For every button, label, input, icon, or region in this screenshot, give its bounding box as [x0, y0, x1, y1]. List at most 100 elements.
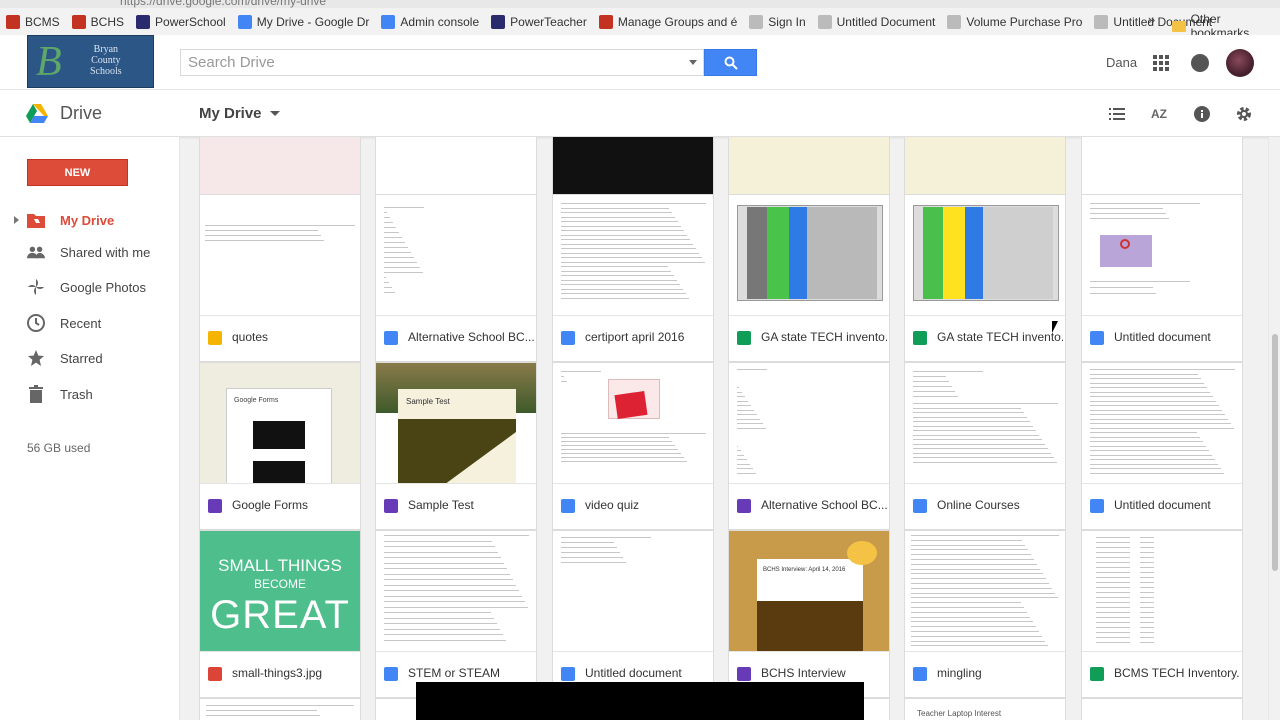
sidebar-item-trash[interactable]: Trash — [0, 378, 180, 410]
file-card[interactable]: BCMS TECH Inventory... — [1081, 530, 1243, 698]
file-caption[interactable]: Alternative School BC... — [729, 484, 889, 530]
file-card[interactable]: Google Forms Google Forms — [199, 362, 361, 530]
drive-title[interactable]: Drive — [60, 103, 102, 124]
sidebar-item-google-photos[interactable]: Google Photos — [0, 271, 180, 303]
file-caption[interactable]: mingling — [905, 652, 1065, 698]
file-thumbnail[interactable] — [1082, 531, 1242, 652]
settings-button[interactable] — [1234, 104, 1254, 124]
file-card[interactable]: Untitled document — [1081, 194, 1243, 362]
bookmark-item[interactable]: Untitled Document — [817, 15, 935, 29]
file-caption[interactable]: Untitled document — [1082, 316, 1242, 362]
avatar[interactable] — [1226, 49, 1254, 77]
file-card[interactable]: Untitled document — [552, 530, 714, 698]
file-thumbnail[interactable] — [553, 363, 713, 484]
bookmark-item[interactable]: Admin console — [381, 15, 479, 29]
file-caption[interactable]: Google Forms — [200, 484, 360, 530]
file-caption[interactable]: Alternative School BC... — [376, 316, 536, 362]
expand-arrow-icon[interactable] — [14, 216, 19, 224]
bookmark-item[interactable]: Sign In — [749, 15, 806, 29]
file-caption[interactable]: certiport april 2016 — [553, 316, 713, 362]
file-thumbnail[interactable] — [1082, 363, 1242, 484]
file-card[interactable]: Untitled document — [1081, 362, 1243, 530]
file-card[interactable]: GA state TECH invento... — [904, 194, 1066, 362]
file-thumbnail[interactable] — [553, 531, 713, 652]
file-thumbnail[interactable] — [1082, 699, 1242, 720]
file-name: GA state TECH invento... — [937, 330, 1063, 344]
form-file-icon — [737, 667, 751, 681]
file-card[interactable]: certiport april 2016 — [552, 194, 714, 362]
file-caption[interactable]: small-things3.jpg — [200, 652, 360, 698]
file-card[interactable]: STEM or STEAM — [375, 530, 537, 698]
bookmark-item[interactable]: Manage Groups and é — [598, 15, 737, 29]
details-button[interactable] — [1192, 104, 1212, 124]
file-thumbnail[interactable] — [905, 531, 1065, 652]
user-name[interactable]: Dana — [1106, 55, 1137, 70]
file-card[interactable]: Sample Test Sample Test — [375, 362, 537, 530]
sidebar-item-recent[interactable]: Recent — [0, 307, 180, 339]
bookmark-item[interactable]: Volume Purchase Pro — [947, 15, 1082, 29]
address-bar[interactable]: https://drive.google.com/drive/my-drive — [0, 0, 1280, 8]
file-card[interactable]: Alternative School BC... — [375, 194, 537, 362]
bookmark-item[interactable]: BCHS — [71, 15, 124, 29]
sidebar-item-starred[interactable]: Starred — [0, 342, 180, 374]
file-card[interactable]: quotes — [199, 194, 361, 362]
table-cell — [1140, 582, 1154, 583]
file-caption[interactable]: GA state TECH invento... — [729, 316, 889, 362]
search-button[interactable] — [704, 49, 757, 76]
file-thumbnail[interactable] — [553, 195, 713, 316]
sidebar-item-my-drive[interactable]: My Drive — [0, 204, 180, 236]
file-card[interactable] — [1081, 698, 1243, 720]
bookmark-item[interactable]: PowerSchool — [136, 15, 226, 29]
bookmark-item[interactable]: My Drive - Google Dr — [237, 15, 369, 29]
scrollbar[interactable] — [1268, 137, 1280, 720]
file-card[interactable]: Teacher Laptop Interest — [904, 698, 1066, 720]
bookmark-item[interactable]: PowerTeacher — [491, 15, 587, 29]
drive-logo-icon[interactable] — [26, 104, 48, 124]
file-thumbnail[interactable]: Sample Test — [376, 363, 536, 484]
file-caption[interactable]: video quiz — [553, 484, 713, 530]
file-card[interactable] — [199, 698, 361, 720]
search-options-dropdown[interactable] — [689, 60, 697, 65]
file-thumbnail[interactable] — [905, 195, 1065, 316]
text-line — [384, 242, 405, 243]
more-bookmarks-button[interactable]: » — [1148, 12, 1155, 27]
file-thumbnail[interactable] — [200, 699, 360, 720]
notifications-icon[interactable] — [1191, 54, 1209, 72]
file-card[interactable]: SMALL THINGS BECOME GREAT small-things3.jpg — [199, 530, 361, 698]
file-caption[interactable]: GA state TECH invento... — [905, 316, 1065, 362]
list-view-button[interactable] — [1107, 104, 1127, 124]
scrollbar-thumb[interactable] — [1272, 334, 1278, 571]
file-card[interactable]: GA state TECH invento... — [728, 194, 890, 362]
sidebar-item-shared-with-me[interactable]: Shared with me — [0, 236, 180, 268]
file-card[interactable]: mingling — [904, 530, 1066, 698]
file-caption[interactable]: Online Courses — [905, 484, 1065, 530]
bookmark-item[interactable]: BCMS — [6, 15, 60, 29]
file-thumbnail[interactable]: BCHS Interview: April 14, 2016 — [729, 531, 889, 652]
file-caption[interactable]: quotes — [200, 316, 360, 362]
file-caption[interactable]: BCMS TECH Inventory... — [1082, 652, 1242, 698]
file-card[interactable]: Online Courses — [904, 362, 1066, 530]
file-thumbnail[interactable] — [200, 195, 360, 316]
school-logo[interactable]: B Bryan County Schools — [27, 35, 154, 88]
file-caption[interactable]: Untitled document — [1082, 484, 1242, 530]
search-input[interactable] — [181, 50, 671, 75]
new-button[interactable]: NEW — [27, 159, 128, 186]
file-thumbnail[interactable]: SMALL THINGS BECOME GREAT — [200, 531, 360, 652]
file-thumbnail[interactable] — [376, 195, 536, 316]
file-thumbnail[interactable] — [1082, 195, 1242, 316]
file-card[interactable]: BCHS Interview: April 14, 2016 BCHS Inter… — [728, 530, 890, 698]
location-menu[interactable]: My Drive — [199, 105, 280, 122]
file-caption[interactable]: Sample Test — [376, 484, 536, 530]
file-thumbnail[interactable] — [376, 531, 536, 652]
file-thumbnail[interactable] — [905, 363, 1065, 484]
apps-grid-icon[interactable] — [1153, 55, 1169, 71]
text-line — [737, 414, 757, 415]
sort-button[interactable]: AZ — [1149, 104, 1169, 124]
file-thumbnail[interactable]: Teacher Laptop Interest — [905, 699, 1065, 720]
file-thumbnail[interactable]: Google Forms — [200, 363, 360, 484]
file-thumbnail[interactable] — [729, 195, 889, 316]
file-card[interactable]: video quiz — [552, 362, 714, 530]
file-card[interactable]: Alternative School BC... — [728, 362, 890, 530]
storage-usage[interactable]: 56 GB used — [27, 441, 90, 455]
file-thumbnail[interactable] — [729, 363, 889, 484]
